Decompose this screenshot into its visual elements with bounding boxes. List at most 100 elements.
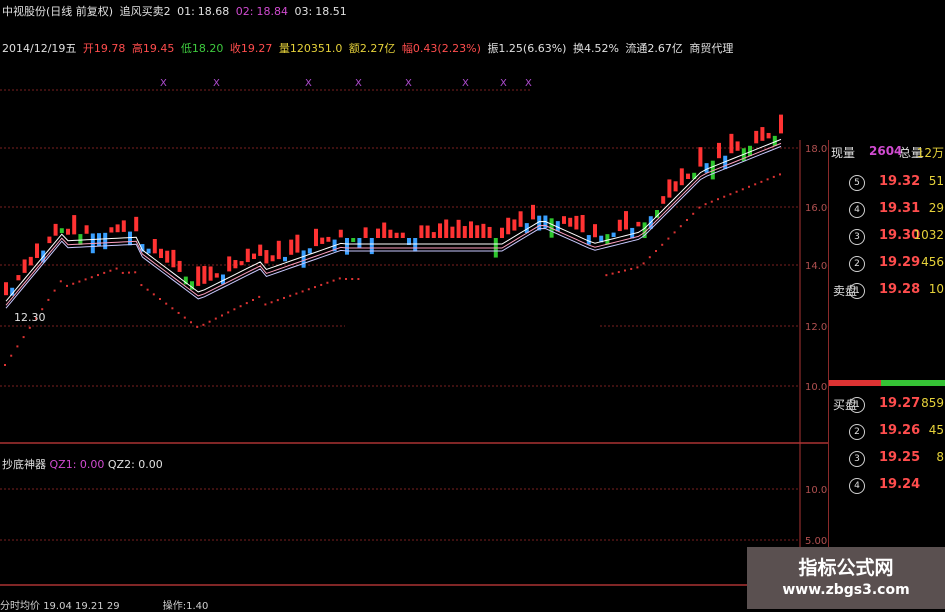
ask-row[interactable]: 3 19.30 1032 (829, 224, 945, 250)
trail-dot (710, 200, 713, 203)
candle (171, 249, 176, 268)
candle (35, 243, 39, 258)
trail-dot (78, 280, 81, 283)
bid-row[interactable]: 3 19.25 8 (829, 446, 945, 472)
trail-dot (741, 188, 744, 191)
quote-turnover: 换4.52% (572, 42, 619, 55)
bid-row[interactable]: 买盘 1 19.27 859 (829, 392, 945, 418)
trail-dot (624, 269, 626, 272)
o1-label: 01: (177, 5, 195, 18)
trail-dot (717, 198, 719, 201)
ask-row[interactable]: 5 19.32 51 (829, 170, 945, 196)
signal-marker: X (405, 78, 412, 89)
candle (28, 256, 33, 266)
level-volume: 10 (928, 282, 944, 296)
trail-dot (735, 190, 738, 193)
kline-chart[interactable]: XXXXXXXX 18.00 16.00 14.00 12.00 10.00 1… (0, 0, 945, 609)
signal-markers: XXXXXXXX (160, 78, 532, 89)
candle (419, 225, 424, 238)
trail-dot (326, 281, 329, 284)
candle (338, 229, 343, 238)
candle (47, 236, 52, 244)
candle (66, 228, 70, 235)
quote-date: 2014/12/19五 (2, 42, 77, 55)
ask-row[interactable]: 卖盘 1 19.28 10 (829, 278, 945, 304)
candle (593, 224, 597, 238)
candle (320, 237, 325, 244)
trail-dot (289, 294, 292, 297)
candle (84, 225, 89, 234)
trail-dot (357, 278, 360, 280)
level-price: 19.27 (879, 396, 921, 411)
level-price: 19.26 (879, 423, 921, 438)
candle (214, 273, 219, 278)
trail-dot (314, 286, 316, 289)
bid-row[interactable]: 4 19.24 (829, 473, 945, 499)
candle (382, 222, 387, 238)
bid-row[interactable]: 2 19.26 45 (829, 419, 945, 445)
footer-value: 19.04 (43, 601, 72, 612)
signal-marker: X (305, 78, 312, 89)
trail-dot (655, 250, 657, 252)
trail-dot (10, 354, 13, 357)
level-price: 19.24 (879, 477, 921, 492)
trail-dot (183, 316, 186, 319)
candle (679, 168, 684, 186)
trail-dot (171, 307, 174, 310)
trail-dot (214, 317, 217, 320)
candle (376, 228, 380, 238)
candle (109, 227, 114, 233)
candle (704, 163, 709, 173)
candle (326, 236, 331, 242)
candle (53, 223, 58, 236)
level-volume: 51 (928, 174, 944, 188)
lower-indicator-header: 抄底神器 QZ1: 0.00 QZ2: 0.00 (2, 456, 163, 472)
candle (481, 223, 486, 238)
watermark: 指标公式网 www.zbgs3.com (747, 547, 945, 609)
candle (469, 221, 473, 238)
trail-dot (4, 364, 6, 366)
candle (196, 266, 201, 286)
level-badge: 2 (849, 424, 865, 440)
ask-row[interactable]: 2 19.29 456 (829, 251, 945, 277)
candle (624, 211, 628, 230)
trail-dot (115, 267, 118, 270)
total-volume-value: 12万 (916, 146, 944, 160)
level-badge: 5 (849, 175, 865, 191)
quote-sector: 商贸代理 (689, 42, 734, 55)
candle (165, 250, 170, 263)
ask-row[interactable]: 4 19.31 29 (829, 197, 945, 223)
candle (506, 217, 511, 235)
trail-dot (59, 280, 62, 283)
candle (425, 225, 430, 238)
candle (617, 219, 622, 232)
o1-value: 18.68 (197, 5, 230, 18)
trail-dot (208, 320, 211, 323)
trail-dot (221, 314, 223, 317)
signal-marker: X (355, 78, 362, 89)
trail-dot (22, 336, 25, 339)
header-line-2: 2014/12/19五 开19.78 高19.45 低18.20 收19.27 … (2, 40, 736, 56)
trail-dot (233, 308, 236, 311)
candle (115, 224, 120, 233)
candle (252, 253, 256, 259)
candle (121, 220, 126, 232)
level-badge: 1 (849, 397, 865, 413)
panel-top-row: 现量 2604 总量 12万 (829, 140, 945, 166)
level-volume: 45 (928, 423, 944, 437)
candle (159, 248, 163, 258)
trail-dot (97, 274, 99, 277)
footer-label: 分时均价 (0, 601, 40, 612)
trail-dot (630, 267, 633, 270)
candle (766, 132, 771, 139)
axis-label: 5.00 (805, 536, 827, 547)
footer-value: 19.21 (75, 601, 104, 612)
trail-dot (692, 212, 695, 215)
candle (314, 228, 318, 247)
indicator-title: 抄底神器 (2, 458, 46, 471)
candle (351, 238, 356, 243)
quote-amplitude: 振1.25(6.63%) (487, 42, 567, 55)
candle (369, 238, 374, 255)
trail-dot (617, 271, 620, 274)
signal-marker: X (160, 78, 167, 89)
